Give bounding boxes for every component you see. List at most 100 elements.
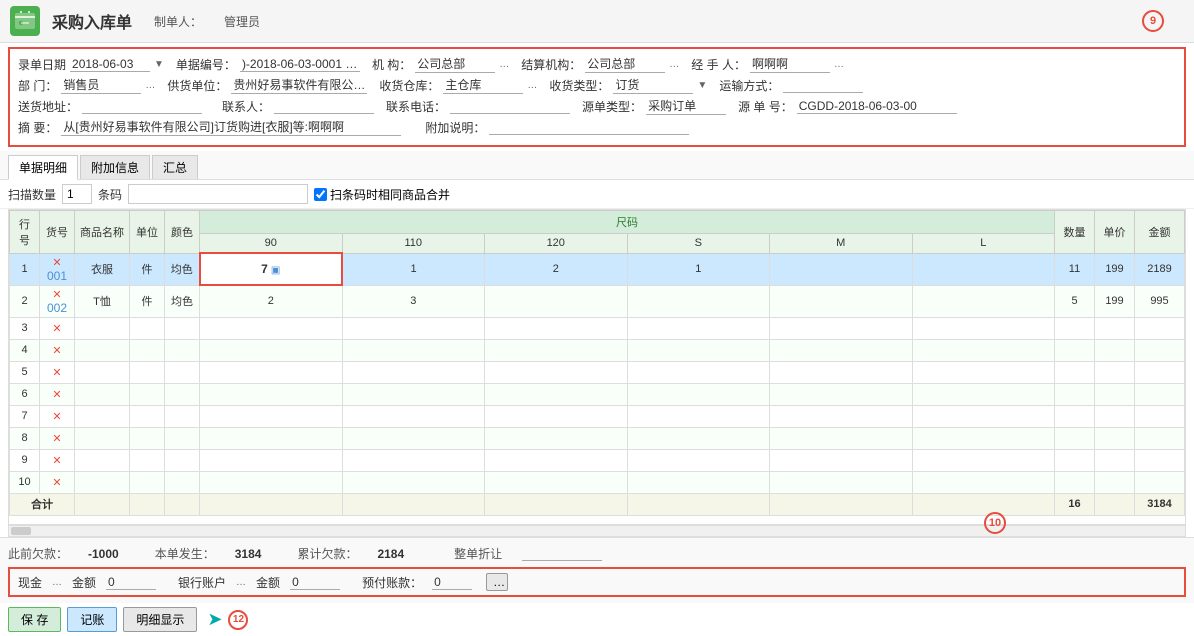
cell-ss[interactable]: 1 xyxy=(627,253,770,285)
cell-sm[interactable] xyxy=(770,285,913,317)
recv-type-arrow[interactable]: ▼ xyxy=(697,80,707,91)
col-header-s110: 110 xyxy=(342,234,485,254)
cell-delete[interactable]: ✕ xyxy=(40,427,75,449)
org-dots[interactable]: … xyxy=(499,59,509,70)
cell-sl[interactable] xyxy=(912,285,1055,317)
cell-rownum: 6 xyxy=(10,383,40,405)
address-label: 送货地址： xyxy=(18,98,78,115)
prepay-dots-button[interactable]: … xyxy=(486,573,508,591)
supplier-value: 贵州好易事软件有限公… xyxy=(231,76,367,94)
page-title: 采购入库单 xyxy=(52,9,132,33)
cash-dots[interactable]: … xyxy=(52,577,62,588)
cell-s120[interactable] xyxy=(485,285,628,317)
cell-delete[interactable]: ✕ xyxy=(40,405,75,427)
prev-debt-value: -1000 xyxy=(88,547,119,561)
col-header-itemname: 商品名称 xyxy=(75,211,130,254)
handler-value: 啊啊啊 xyxy=(750,55,830,73)
merge-label: 扫条码时相同商品合并 xyxy=(330,186,450,203)
app-header: 采购入库单 制单人： 管理员 9 xyxy=(0,0,1194,43)
cell-s120[interactable]: 2 xyxy=(485,253,628,285)
scan-qty-input[interactable] xyxy=(62,184,92,204)
tab-detail[interactable]: 单据明细 xyxy=(8,155,78,180)
detail-button[interactable]: 明细显示 xyxy=(123,607,197,632)
prev-debt-label: 此前欠款： xyxy=(8,545,68,562)
scan-barcode-input[interactable] xyxy=(128,184,308,204)
button-row: 保 存 记账 明细显示 ➤ 12 xyxy=(0,603,1194,636)
table-row[interactable]: 5✕ xyxy=(10,361,1185,383)
settle-label: 结算机构： xyxy=(521,56,581,73)
scrollbar-thumb[interactable] xyxy=(11,527,31,535)
cell-delete[interactable]: ✕ xyxy=(40,449,75,471)
account-button[interactable]: 记账 xyxy=(67,607,117,632)
table-row[interactable]: 7✕ xyxy=(10,405,1185,427)
merge-checkbox-label[interactable]: 扫条码时相同商品合并 xyxy=(314,186,450,203)
phone-value xyxy=(450,99,570,114)
cell-s110[interactable]: 1 xyxy=(342,253,485,285)
cell-delete[interactable]: ✕ xyxy=(40,317,75,339)
cell-delete[interactable]: ✕ xyxy=(40,339,75,361)
date-value[interactable]: 2018-06-03 xyxy=(70,57,150,72)
save-button[interactable]: 保 存 xyxy=(8,607,61,632)
cell-delete[interactable]: ✕ xyxy=(40,361,75,383)
table-row[interactable]: 6✕ xyxy=(10,383,1185,405)
discount-label: 整单折让 xyxy=(454,545,502,562)
cell-itemname: T恤 xyxy=(75,285,130,317)
total-label: 合计 xyxy=(10,493,75,515)
form-row-2: 部 门： 销售员 … 供货单位： 贵州好易事软件有限公… 收货仓库： 主仓库 …… xyxy=(18,76,1176,94)
table-row[interactable]: 9✕ xyxy=(10,449,1185,471)
bottom-area: 此前欠款： -1000 本单发生： 3184 累计欠款： 2184 整单折让 1… xyxy=(0,537,1194,603)
cell-rownum: 9 xyxy=(10,449,40,471)
source-num-label: 源 单 号： xyxy=(738,98,793,115)
cell-delete[interactable]: ✕ xyxy=(40,383,75,405)
cell-delete[interactable]: ✕ 001 xyxy=(40,253,75,285)
cell-rownum: 2 xyxy=(10,285,40,317)
org-value: 公司总部 xyxy=(415,55,495,73)
table-row[interactable]: 4✕ xyxy=(10,339,1185,361)
settle-dots[interactable]: … xyxy=(669,59,679,70)
cell-sm[interactable] xyxy=(770,253,913,285)
form-row-1: 录单日期 2018-06-03 ▼ 单据编号： )-2018-06-03-000… xyxy=(18,55,1176,73)
table-row[interactable]: 1 ✕ 001 衣服 件 均色 7 ▣ 1 2 1 11 199 2189 xyxy=(10,253,1185,285)
table-row[interactable]: 3✕ xyxy=(10,317,1185,339)
transport-value xyxy=(783,78,863,93)
table-row[interactable]: 8✕ xyxy=(10,427,1185,449)
table-row[interactable]: 2 ✕ 002 T恤 件 均色 2 3 5 199 995 xyxy=(10,285,1185,317)
tab-summary[interactable]: 汇总 xyxy=(152,155,198,179)
cash-label: 现金 xyxy=(18,574,42,591)
dept-dots[interactable]: … xyxy=(145,80,155,91)
tab-extra[interactable]: 附加信息 xyxy=(80,155,150,179)
maker-label: 制单人： xyxy=(154,13,202,30)
cell-s90[interactable]: 7 ▣ xyxy=(200,253,343,285)
bank-dots[interactable]: … xyxy=(236,577,246,588)
cell-rownum: 7 xyxy=(10,405,40,427)
form-row-4: 摘 要： 从[贵州好易事软件有限公司]订货购进[衣服]等:啊啊啊 附加说明： xyxy=(18,118,1176,136)
date-arrow-icon[interactable]: ▼ xyxy=(154,59,164,70)
scan-barcode-label: 条码 xyxy=(98,186,122,203)
contact-value xyxy=(274,99,374,114)
cell-ss[interactable] xyxy=(627,285,770,317)
cell-sl[interactable] xyxy=(912,253,1055,285)
cell-unit: 件 xyxy=(130,253,165,285)
cash-amount: 0 xyxy=(106,575,156,590)
warehouse-dots[interactable]: … xyxy=(527,80,537,91)
table-row[interactable]: 10✕ xyxy=(10,471,1185,493)
cell-unit: 件 xyxy=(130,285,165,317)
warehouse-label: 收货仓库： xyxy=(379,77,439,94)
settle-value: 公司总部 xyxy=(585,55,665,73)
cell-delete[interactable]: ✕ 002 xyxy=(40,285,75,317)
handler-dots[interactable]: … xyxy=(834,59,844,70)
merge-checkbox[interactable] xyxy=(314,188,327,201)
cell-s110[interactable]: 3 xyxy=(342,285,485,317)
scan-qty-label: 扫描数量 xyxy=(8,186,56,203)
source-type-value: 采购订单 xyxy=(646,97,726,115)
data-table: 行号 货号 商品名称 单位 颜色 尺码 数量 单价 金额 90 110 120 … xyxy=(8,209,1186,525)
cell-qty: 11 xyxy=(1055,253,1095,285)
total-debt-label: 累计欠款： xyxy=(297,545,357,562)
handler-label: 经 手 人： xyxy=(691,56,746,73)
cell-s90[interactable]: 2 xyxy=(200,285,343,317)
discount-value xyxy=(522,546,602,561)
current-label: 本单发生： xyxy=(155,545,215,562)
extra-label: 附加说明： xyxy=(425,119,485,136)
form-area: 录单日期 2018-06-03 ▼ 单据编号： )-2018-06-03-000… xyxy=(8,47,1186,147)
cell-delete[interactable]: ✕ xyxy=(40,471,75,493)
